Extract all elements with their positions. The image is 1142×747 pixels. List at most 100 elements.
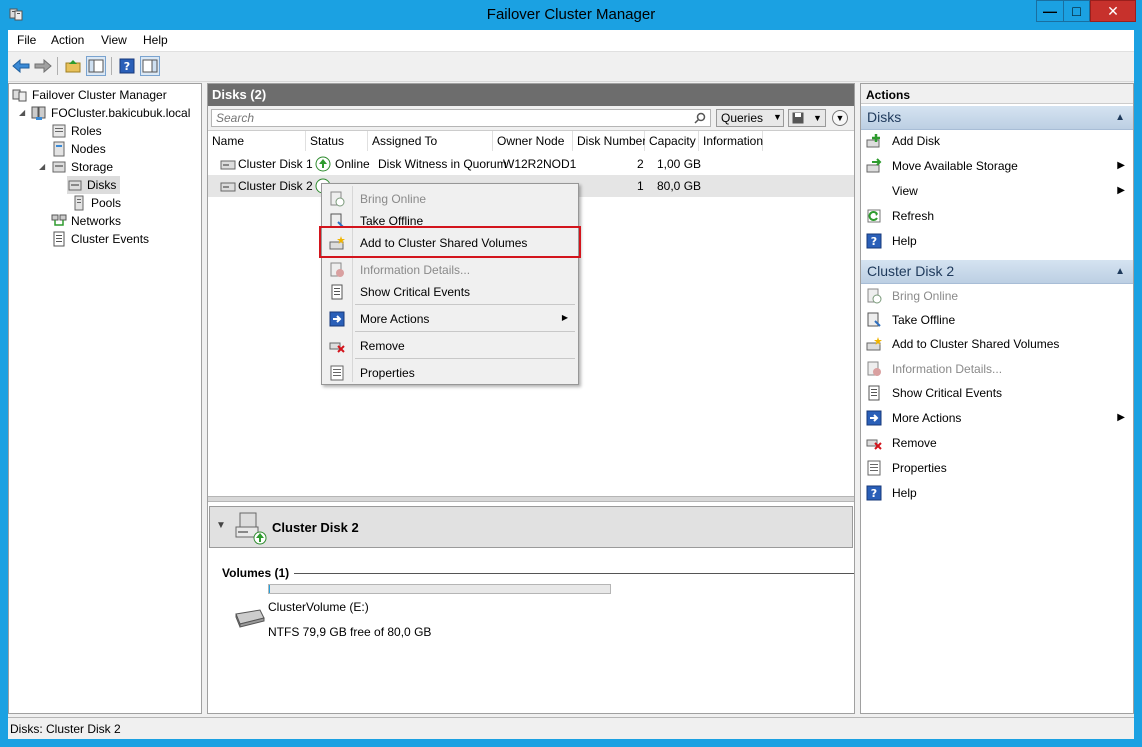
search-input[interactable] [211, 109, 711, 127]
menu-help[interactable]: Help [143, 33, 168, 47]
volume-name[interactable]: ClusterVolume (E:) [268, 600, 369, 614]
tree-item-roles[interactable]: Roles [51, 122, 102, 140]
collapse-chevron-icon[interactable]: ▼ [832, 110, 848, 126]
menu-file[interactable]: File [17, 33, 36, 47]
context-item-more-actions[interactable]: More Actions ▶ [324, 308, 576, 330]
view-icon [866, 183, 882, 199]
queries-button[interactable]: Queries ▼ [716, 109, 784, 127]
show-hide-tree-icon[interactable] [86, 56, 106, 76]
action-show-critical-events[interactable]: Show Critical Events [861, 382, 1133, 404]
tree-item-pools[interactable]: Pools [71, 194, 121, 212]
cell-name: Cluster Disk 1 [238, 157, 313, 171]
column-header-disk-number[interactable]: Disk Number [573, 131, 646, 151]
bring-online-icon [866, 288, 882, 304]
forward-arrow-icon[interactable] [33, 56, 53, 76]
action-add-to-csv[interactable]: Add to Cluster Shared Volumes [861, 333, 1133, 355]
column-header-status[interactable]: Status [306, 131, 368, 151]
add-disk-icon [866, 133, 882, 149]
context-item-bring-online[interactable]: Bring Online [324, 188, 576, 210]
collapse-chevron-icon[interactable]: ▼ [216, 520, 226, 531]
tree-item-label: Cluster Events [71, 232, 150, 246]
column-header-assigned-to[interactable]: Assigned To [368, 131, 493, 151]
help-icon[interactable]: ? [117, 56, 137, 76]
column-header-information[interactable]: Information [699, 131, 763, 151]
navigation-tree: Failover Cluster Manager ◢ FOCluster.bak… [8, 83, 202, 714]
toolbar-separator [57, 57, 58, 75]
menu-action[interactable]: Action [51, 33, 84, 47]
disks-icon [67, 177, 83, 193]
info-details-icon [866, 361, 882, 377]
action-label: Information Details... [892, 362, 1003, 376]
action-move-available-storage[interactable]: Move Available Storage ▶ [861, 155, 1133, 177]
show-hide-action-pane-icon[interactable] [140, 56, 160, 76]
maximize-button[interactable]: □ [1063, 0, 1090, 22]
svg-text:?: ? [871, 487, 877, 500]
status-bar: Disks: Cluster Disk 2 [8, 717, 1134, 739]
action-label: Help [892, 234, 917, 248]
tree-item-disks[interactable]: Disks [67, 176, 121, 194]
cell-assigned-to: Disk Witness in Quorum [378, 157, 507, 171]
svg-text:?: ? [871, 235, 877, 248]
actions-section-disks[interactable]: Disks ▲ [861, 106, 1133, 130]
save-query-button[interactable]: ▼ [788, 109, 826, 127]
column-header-name[interactable]: Name [208, 131, 306, 151]
collapse-triangle-icon[interactable]: ◢ [19, 108, 25, 117]
context-separator [355, 358, 575, 359]
actions-section-cluster-disk-2[interactable]: Cluster Disk 2 ▲ [861, 260, 1133, 284]
action-properties[interactable]: Properties [861, 457, 1133, 479]
close-button[interactable]: ✕ [1090, 0, 1136, 22]
column-header-owner-node[interactable]: Owner Node [493, 131, 573, 151]
action-more-actions[interactable]: More Actions ▶ [861, 407, 1133, 429]
info-details-icon [329, 262, 345, 278]
table-row[interactable]: Cluster Disk 1 Online Disk Witness in Qu… [208, 153, 854, 175]
context-item-remove[interactable]: Remove [324, 335, 576, 357]
action-information-details[interactable]: Information Details... [861, 358, 1133, 380]
cell-capacity: 80,0 GB [657, 179, 702, 193]
volume-drive-icon [235, 609, 265, 628]
nodes-icon [51, 141, 67, 157]
title-bar[interactable]: Failover Cluster Manager — □ ✕ [0, 0, 1142, 30]
up-folder-icon[interactable] [63, 56, 83, 76]
action-refresh[interactable]: Refresh [861, 205, 1133, 227]
tree-item-root[interactable]: Failover Cluster Manager [12, 86, 167, 104]
context-item-properties[interactable]: Properties [324, 362, 576, 384]
action-help[interactable]: ? Help [861, 230, 1133, 252]
menu-view[interactable]: View [101, 33, 127, 47]
tree-item-cluster-events[interactable]: Cluster Events [51, 230, 149, 248]
action-add-disk[interactable]: Add Disk [861, 130, 1133, 152]
bring-online-icon [329, 191, 345, 207]
tree-item-cluster[interactable]: FOCluster.bakicubuk.local [31, 104, 190, 122]
collapse-triangle-icon[interactable]: ◢ [39, 162, 45, 171]
back-arrow-icon[interactable] [11, 56, 31, 76]
section-title: Disks [867, 109, 902, 125]
action-view[interactable]: View ▶ [861, 180, 1133, 202]
context-item-show-critical-events[interactable]: Show Critical Events [324, 281, 576, 303]
action-label: Refresh [892, 209, 935, 223]
context-item-label: Show Critical Events [360, 285, 471, 299]
minimize-button[interactable]: — [1036, 0, 1064, 22]
action-help[interactable]: ? Help [861, 482, 1133, 504]
action-label: View [892, 184, 918, 198]
volumes-label: Volumes (1) [222, 566, 290, 580]
detail-pane: ▼ Cluster Disk 2 Volumes (1) ClusterVolu… [208, 502, 854, 713]
refresh-icon [866, 208, 882, 224]
menu-bar: File Action View Help [8, 30, 1134, 52]
action-label: Move Available Storage [892, 159, 1018, 173]
window-frame: Failover Cluster Manager — □ ✕ File Acti… [0, 0, 1142, 747]
action-label: Take Offline [892, 313, 956, 327]
detail-title: Cluster Disk 2 [272, 520, 359, 535]
action-take-offline[interactable]: Take Offline [861, 309, 1133, 331]
cell-status: Online [335, 157, 370, 171]
search-bar: Queries ▼ ▼ ▼ [208, 106, 854, 130]
tree-item-nodes[interactable]: Nodes [51, 140, 106, 158]
search-icon[interactable] [694, 112, 706, 124]
dropdown-arrow-icon: ▼ [773, 112, 782, 122]
action-bring-online[interactable]: Bring Online [861, 285, 1133, 307]
column-header-capacity[interactable]: Capacity [645, 131, 699, 151]
tree-item-storage[interactable]: Storage [51, 158, 113, 176]
save-disk-icon [792, 112, 804, 124]
toolbar-separator [111, 57, 112, 75]
context-item-information-details[interactable]: Information Details... [324, 259, 576, 281]
tree-item-networks[interactable]: Networks [51, 212, 121, 230]
action-remove[interactable]: Remove [861, 432, 1133, 454]
